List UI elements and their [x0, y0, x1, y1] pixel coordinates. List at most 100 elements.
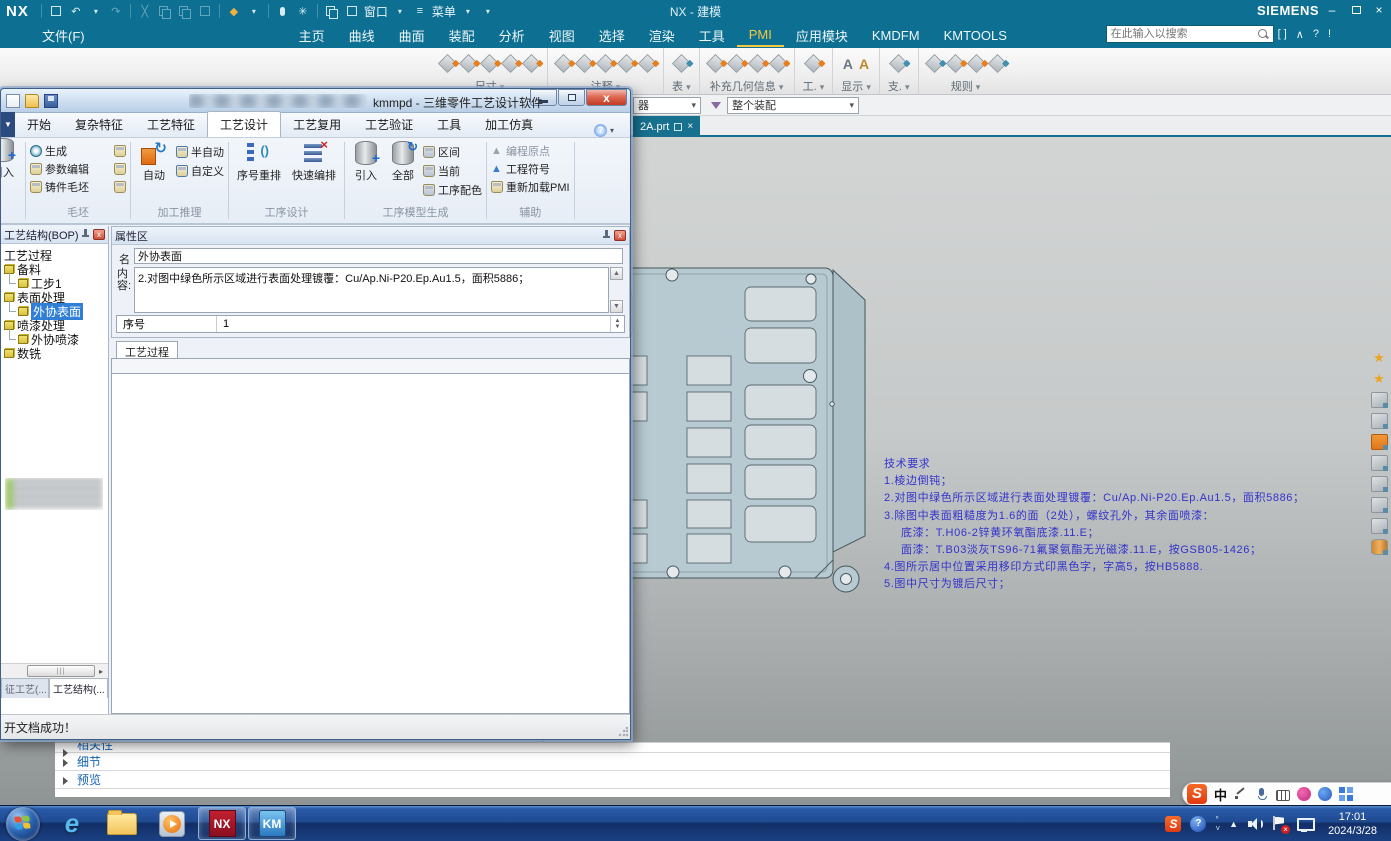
- renumber-button[interactable]: 序号重排: [233, 141, 285, 202]
- measure-tool-icon[interactable]: [1371, 413, 1388, 429]
- tray-sogou-icon[interactable]: S: [1165, 816, 1181, 832]
- generate-button[interactable]: 生成: [30, 143, 126, 159]
- stamp-icon[interactable]: [114, 145, 126, 157]
- tray-misc-icon[interactable]: °˅: [1215, 815, 1220, 833]
- sequence-value[interactable]: 1: [217, 318, 610, 330]
- taskbar-explorer-button[interactable]: [98, 807, 146, 840]
- sequence-spinner[interactable]: ▲▼: [610, 316, 624, 332]
- pin-panel-icon[interactable]: [602, 230, 611, 241]
- start-button[interactable]: [6, 807, 40, 841]
- tab-home[interactable]: 主页: [287, 23, 337, 48]
- tab-render[interactable]: 渲染: [637, 23, 687, 48]
- tab-curve[interactable]: 曲线: [337, 23, 387, 48]
- qat-overflow-icon[interactable]: ▾: [480, 4, 496, 18]
- stamp-icon[interactable]: [114, 163, 126, 175]
- nx-restore-button[interactable]: [1345, 0, 1367, 20]
- tab-kmtools[interactable]: KMTOOLS: [932, 25, 1019, 46]
- minimize-ribbon-icon[interactable]: ∧: [1296, 28, 1304, 41]
- save-document-icon[interactable]: [44, 94, 58, 108]
- taskbar-clock[interactable]: 17:01 2024/3/28: [1322, 810, 1383, 838]
- tab-tools[interactable]: 工具: [687, 23, 737, 48]
- resize-grip[interactable]: [618, 727, 628, 737]
- tree-horizontal-scrollbar[interactable]: ||| ▸: [1, 663, 108, 678]
- notification-icon[interactable]: !: [1328, 28, 1331, 40]
- tab-application-module[interactable]: 应用模块: [784, 23, 860, 48]
- group-label-zhi[interactable]: 支. ▾: [888, 78, 910, 94]
- window-menu[interactable]: 窗口: [364, 3, 388, 20]
- undo-icon[interactable]: ↶: [68, 4, 84, 18]
- semi-auto-button[interactable]: 半自动: [176, 144, 224, 160]
- microphone-icon[interactable]: [275, 4, 291, 18]
- row-preview[interactable]: 预览: [55, 771, 1170, 789]
- current-button[interactable]: 当前: [423, 163, 482, 179]
- dtab-machining-sim[interactable]: 加工仿真: [473, 112, 545, 137]
- auto-button[interactable]: 自动: [135, 141, 173, 202]
- quick-arrange-button[interactable]: 快速编排: [288, 141, 340, 202]
- tab-pmi[interactable]: PMI: [737, 24, 784, 47]
- scrollbar-right-arrow[interactable]: ▸: [99, 667, 103, 676]
- rule-icon[interactable]: [987, 54, 1006, 73]
- undo-dropdown-icon[interactable]: ▾: [88, 4, 104, 18]
- paste-icon[interactable]: [177, 4, 193, 18]
- display-style-icon[interactable]: A: [843, 54, 853, 74]
- dtab-process-features[interactable]: 工艺特征: [135, 112, 207, 137]
- tab-surface[interactable]: 曲面: [387, 23, 437, 48]
- taskbar-media-player-button[interactable]: [148, 807, 196, 840]
- dimension-icon[interactable]: [438, 54, 457, 73]
- annotation-icon[interactable]: [596, 54, 615, 73]
- part-file-tab[interactable]: 2A.prt ×: [633, 116, 700, 137]
- parameter-edit-button[interactable]: 参数编辑: [30, 161, 126, 177]
- copy-icon[interactable]: [157, 4, 173, 18]
- new-document-icon[interactable]: [6, 94, 20, 108]
- tab-kmdfm[interactable]: KMDFM: [860, 25, 932, 46]
- clipped-import-button[interactable]: +引入: [1, 138, 25, 223]
- volume-icon[interactable]: [1247, 816, 1263, 832]
- taskbar-ie-button[interactable]: e: [48, 807, 96, 840]
- taskbar-nx-button[interactable]: NX: [198, 807, 246, 840]
- group-label-supplemental-geometry[interactable]: 补充几何信息 ▾: [710, 78, 784, 94]
- tray-help-icon[interactable]: ?: [1190, 816, 1206, 832]
- paste-special-icon[interactable]: [197, 4, 213, 18]
- pattern-face-icon[interactable]: ★: [1371, 371, 1388, 387]
- voice-input-icon[interactable]: [1255, 787, 1269, 801]
- tab-select[interactable]: 选择: [587, 23, 637, 48]
- annotation-icon[interactable]: [638, 54, 657, 73]
- skin-icon[interactable]: [1297, 787, 1311, 801]
- command-finder-icon[interactable]: ◆: [226, 4, 242, 18]
- soft-keyboard-icon[interactable]: [1276, 790, 1290, 801]
- range-button[interactable]: 区间: [423, 144, 482, 160]
- dialog-help-button[interactable]: ?▾: [594, 124, 620, 137]
- taskbar-km-button[interactable]: KM: [248, 807, 296, 840]
- rule-icon[interactable]: [924, 54, 943, 73]
- row-details[interactable]: 细节: [55, 753, 1170, 771]
- pin-tab-icon[interactable]: [674, 123, 682, 131]
- file-menu[interactable]: 文件(F): [30, 23, 97, 48]
- main-menu[interactable]: 菜单: [432, 3, 456, 20]
- touch-mode-icon[interactable]: ✳: [295, 4, 311, 18]
- table-icon[interactable]: [672, 54, 691, 73]
- rule-icon[interactable]: [966, 54, 985, 73]
- supplemental-geometry-icon[interactable]: [706, 54, 725, 73]
- nx-minimize-button[interactable]: –: [1321, 0, 1343, 20]
- engineering-symbol-button[interactable]: ▲工程符号: [491, 161, 570, 177]
- dimension-icon[interactable]: [522, 54, 541, 73]
- scroll-up-icon[interactable]: ▲: [610, 267, 623, 280]
- supplemental-geometry-icon[interactable]: [769, 54, 788, 73]
- operation-color-button[interactable]: 工序配色: [423, 182, 482, 198]
- group-label-table[interactable]: 表 ▾: [672, 78, 691, 94]
- tab-feature-process[interactable]: 征工艺(...: [1, 678, 49, 698]
- dtab-start[interactable]: 开始: [15, 112, 63, 137]
- close-panel-icon[interactable]: x: [614, 230, 626, 241]
- tray-expand-icon[interactable]: ▲: [1229, 819, 1238, 829]
- window-icon[interactable]: [344, 4, 360, 18]
- pattern-feature-icon[interactable]: ★: [1371, 350, 1388, 366]
- search-input[interactable]: [1106, 25, 1274, 43]
- tree-node-cnc-milling[interactable]: 数铣: [1, 347, 108, 360]
- dimension-icon[interactable]: [459, 54, 478, 73]
- part-list-icon[interactable]: [1371, 434, 1388, 450]
- dtab-process-design[interactable]: 工艺设计: [207, 111, 281, 137]
- tool-icon[interactable]: [804, 54, 823, 73]
- scroll-down-icon[interactable]: ▼: [610, 300, 623, 313]
- casting-blank-button[interactable]: 铸件毛坯: [30, 179, 126, 195]
- supplemental-geometry-icon[interactable]: [727, 54, 746, 73]
